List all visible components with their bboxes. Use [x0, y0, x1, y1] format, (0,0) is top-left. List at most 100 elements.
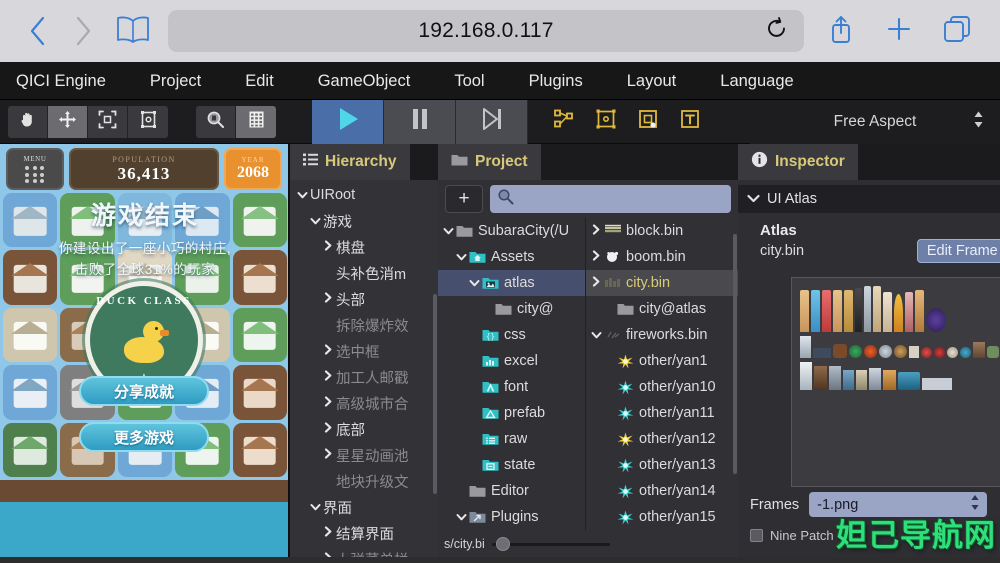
tree-item[interactable]: 选中框 [290, 338, 438, 364]
game-menu-button[interactable]: MENU [6, 148, 64, 190]
list-item[interactable]: other/yan11 [586, 400, 738, 426]
menu-item-edit[interactable]: Edit [223, 62, 295, 100]
share-achievement-button[interactable]: 分享成就 [79, 376, 209, 406]
tree-item[interactable]: 星星动画池 [290, 442, 438, 468]
more-games-button[interactable]: 更多游戏 [79, 422, 209, 452]
chevron-right-icon[interactable] [320, 240, 336, 254]
chevron-down-icon[interactable] [307, 500, 323, 514]
menu-item-layout[interactable]: Layout [605, 62, 699, 100]
list-item[interactable]: {} css [438, 322, 585, 348]
menu-item-qici-engine[interactable]: QICI Engine [12, 62, 128, 100]
scale-tool[interactable] [88, 105, 128, 138]
tab-project[interactable]: Project [438, 144, 541, 180]
chevron-down-icon[interactable] [440, 224, 456, 238]
pause-button[interactable] [384, 99, 456, 144]
tree-item[interactable]: 游戏 [290, 208, 438, 234]
tab-inspector[interactable]: Inspector [738, 144, 858, 180]
new-tab-button[interactable] [870, 8, 928, 54]
show-tabs-button[interactable] [928, 8, 986, 54]
menu-item-project[interactable]: Project [128, 62, 223, 100]
aspect-ratio-dropdown[interactable]: Free Aspect [750, 100, 1000, 144]
list-item[interactable]: other/yan12 [586, 426, 738, 452]
move-tool[interactable] [48, 105, 88, 138]
list-item[interactable]: state [438, 452, 585, 478]
chevron-down-icon[interactable] [307, 214, 323, 228]
chevron-right-icon[interactable] [320, 344, 336, 358]
reload-icon[interactable] [766, 17, 788, 46]
menu-item-language[interactable]: Language [698, 62, 815, 100]
tree-item[interactable]: 头补色消m [290, 260, 438, 286]
share-button[interactable] [812, 8, 870, 54]
atlas-preview-image[interactable] [791, 277, 1000, 487]
tree-item[interactable]: 拆除爆炸效 [290, 312, 438, 338]
chevron-right-icon[interactable] [320, 422, 336, 436]
tree-item[interactable]: 棋盘 [290, 234, 438, 260]
city-tile[interactable] [232, 422, 287, 477]
chevron-right-icon[interactable] [320, 552, 336, 557]
chevron-down-icon[interactable] [453, 510, 469, 524]
chevron-down-icon[interactable] [294, 188, 310, 202]
list-item[interactable]: Editor [438, 478, 585, 504]
hand-tool[interactable] [8, 105, 48, 138]
game-view[interactable]: MENU POPULATION 36,413 YEAR 2068 游戏结束 你建… [0, 144, 290, 557]
edit-frame-anim-button[interactable]: Edit Frame Anim [916, 239, 1000, 263]
zoom-tool[interactable] [196, 105, 236, 138]
forward-button[interactable] [60, 8, 106, 54]
chevron-right-icon[interactable] [588, 276, 604, 290]
tree-item[interactable]: 高级城市合 [290, 390, 438, 416]
list-item[interactable]: city.bin [586, 270, 738, 296]
list-item[interactable]: boom.bin [586, 244, 738, 270]
city-tile[interactable] [3, 307, 58, 363]
gizmo-text[interactable] [676, 108, 704, 136]
list-item[interactable]: block.bin [586, 218, 738, 244]
list-item[interactable]: font [438, 374, 585, 400]
list-item[interactable]: other/yan1 [586, 348, 738, 374]
chevron-right-icon[interactable] [588, 250, 604, 264]
list-item[interactable]: Assets [438, 244, 585, 270]
list-item[interactable]: city@atlas [586, 296, 738, 322]
gizmo-bounds[interactable] [592, 108, 620, 136]
gizmo-anchor[interactable] [634, 108, 662, 136]
tree-item[interactable]: UIRoot [290, 182, 438, 208]
chevron-down-icon[interactable] [588, 328, 604, 342]
chevron-right-icon[interactable] [320, 448, 336, 462]
tree-item[interactable]: 地块升级文 [290, 468, 438, 494]
nine-patch-checkbox[interactable] [750, 529, 763, 542]
list-item[interactable]: other/yan15 [586, 504, 738, 530]
chevron-right-icon[interactable] [320, 370, 336, 384]
chevron-down-icon[interactable] [466, 276, 482, 290]
project-folder-tree[interactable]: SubaraCity(/U Assets atlas city@ {} css excel f… [438, 218, 586, 555]
chevron-right-icon[interactable] [320, 526, 336, 540]
list-item[interactable]: other/yan14 [586, 478, 738, 504]
tree-item[interactable]: 头部 [290, 286, 438, 312]
tree-item[interactable]: 底部 [290, 416, 438, 442]
list-item[interactable]: prefab [438, 400, 585, 426]
menu-item-gameobject[interactable]: GameObject [296, 62, 433, 100]
hierarchy-tree[interactable]: UIRoot 游戏 棋盘 头补色消m 头部 拆除爆炸效 选中框 加工人邮戳 高级城市合 底部 星星动… [290, 180, 438, 557]
list-item[interactable]: atlas [438, 270, 585, 296]
list-item[interactable]: excel [438, 348, 585, 374]
tab-hierarchy[interactable]: Hierarchy [290, 144, 410, 180]
project-file-list[interactable]: block.bin boom.bin city.bin city@atlas firew… [586, 218, 738, 555]
hierarchy-scrollbar[interactable] [433, 294, 437, 494]
url-bar[interactable]: 192.168.0.117 [168, 10, 804, 52]
ui-atlas-section-header[interactable]: UI Atlas [738, 185, 1000, 213]
chevron-right-icon[interactable] [320, 292, 336, 306]
play-button[interactable] [312, 99, 384, 144]
chevron-right-icon[interactable] [588, 224, 604, 238]
list-item[interactable]: city@ [438, 296, 585, 322]
menu-item-tool[interactable]: Tool [432, 62, 506, 100]
bookmarks-button[interactable] [106, 14, 160, 49]
thumbnail-size-slider[interactable] [491, 537, 610, 551]
list-item[interactable]: other/yan10 [586, 374, 738, 400]
list-item[interactable]: SubaraCity(/U [438, 218, 585, 244]
city-tile[interactable] [232, 307, 287, 363]
list-item[interactable]: Plugins [438, 504, 585, 530]
list-item[interactable]: fireworks.bin [586, 322, 738, 348]
back-button[interactable] [14, 8, 60, 54]
list-item[interactable]: raw [438, 426, 585, 452]
tree-item[interactable]: 结算界面 [290, 520, 438, 546]
rect-tool[interactable] [128, 105, 168, 138]
tree-item[interactable]: 界面 [290, 494, 438, 520]
project-search-input[interactable] [490, 185, 731, 213]
